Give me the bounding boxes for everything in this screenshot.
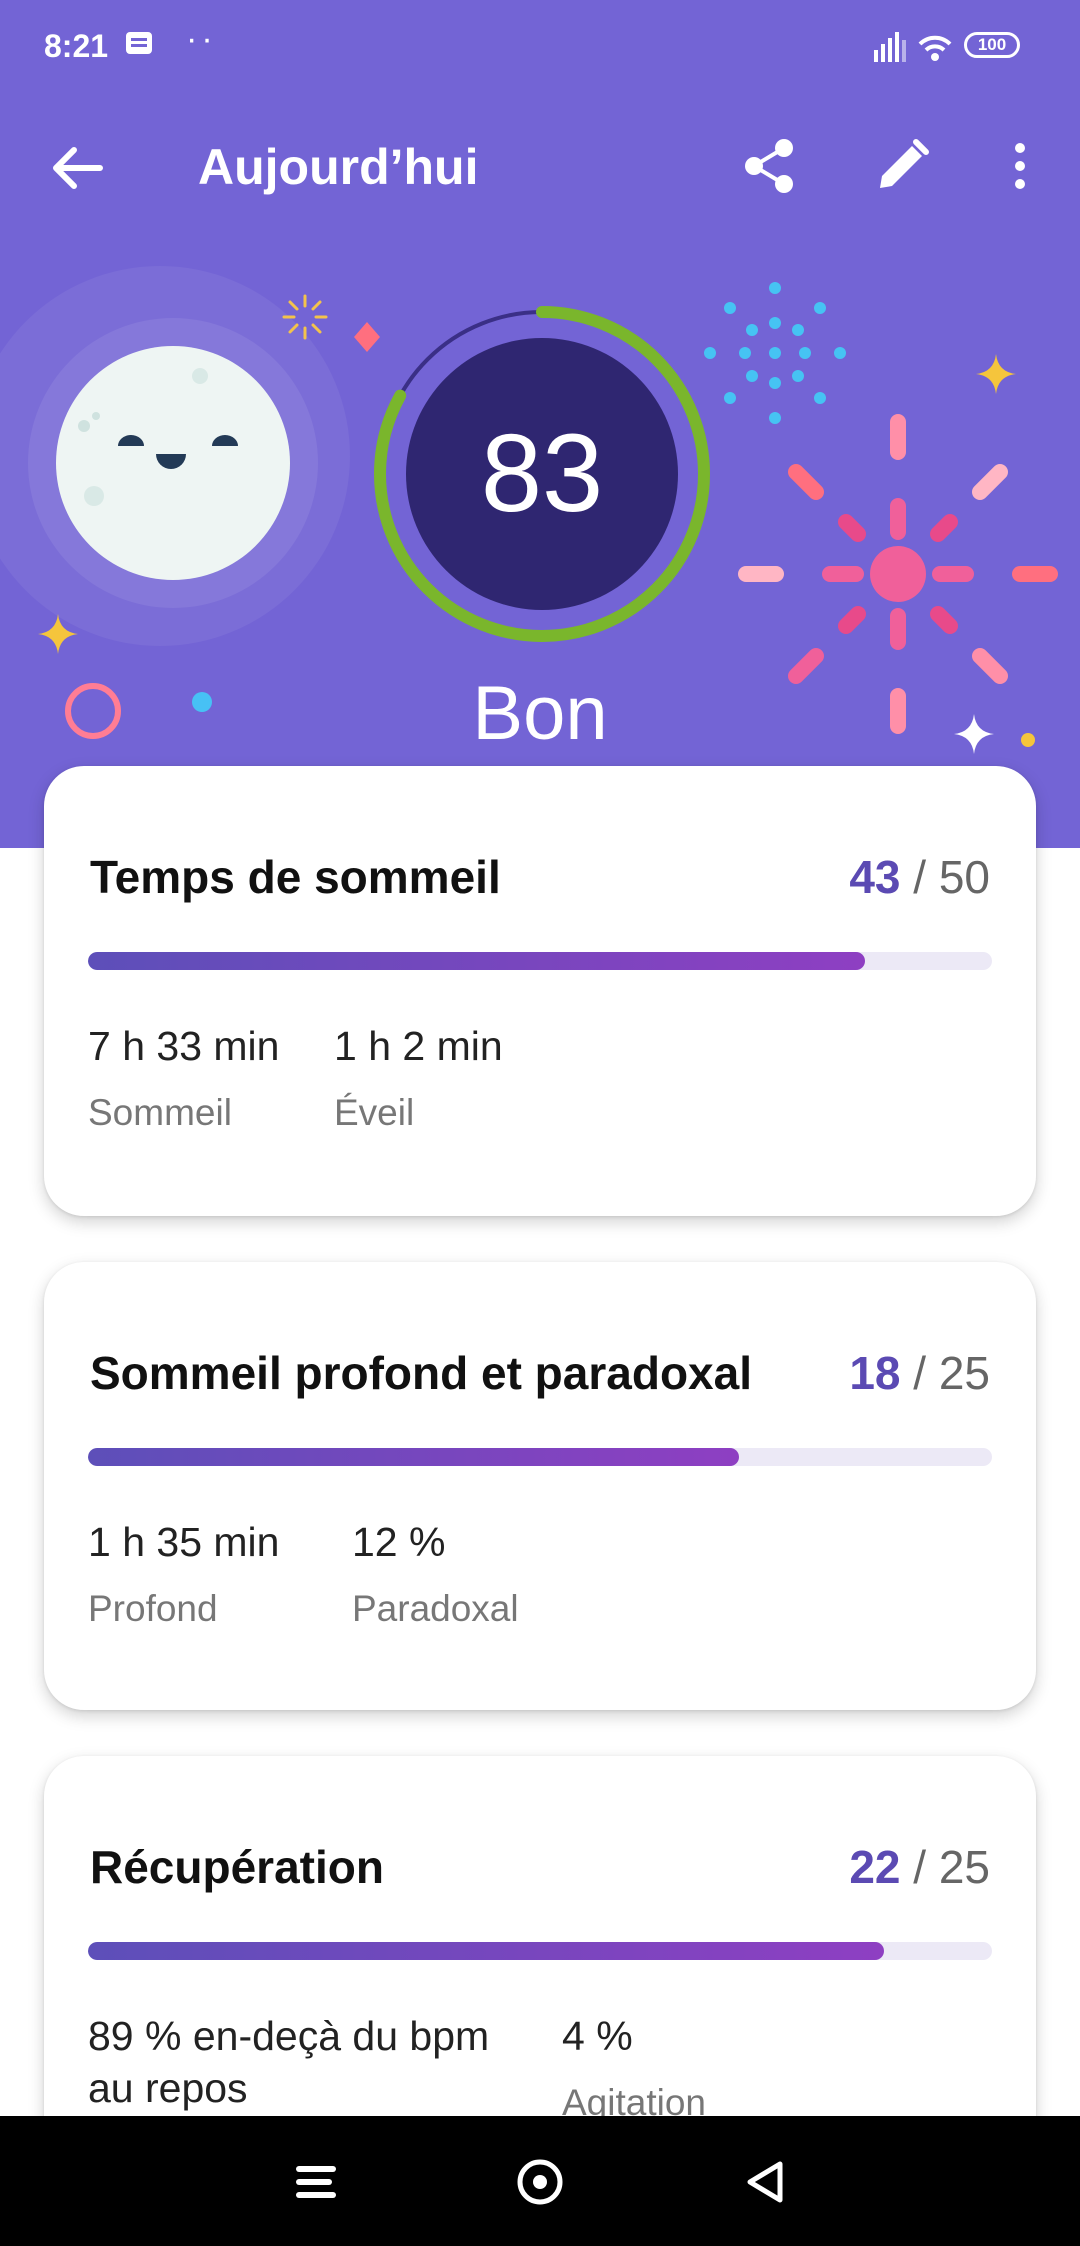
progress-fill [88,1942,884,1960]
progress-track [88,952,992,970]
sleep-score-value: 83 [480,412,604,535]
stat-value: 1 h 35 min [88,1519,280,1565]
card-score: 18 / 25 [849,1346,990,1400]
app-bar: Aujourd’hui [0,96,1080,240]
notification-icon [126,32,152,54]
card-score-value: 22 [849,1841,901,1893]
card-score-separator: / [900,1347,939,1399]
status-time: 8:21 [44,28,109,64]
card-deep-rem-sleep[interactable]: Sommeil profond et paradoxal 18 / 25 1 h… [44,1262,1036,1710]
ring-decoration [65,683,121,739]
edit-pencil-icon[interactable] [872,136,932,196]
card-title: Sommeil profond et paradoxal [90,1347,752,1399]
card-score-value: 43 [849,851,901,903]
dot-decoration [192,692,212,712]
status-dots: ·· [186,20,217,58]
progress-track [88,1448,992,1466]
card-score-separator: / [900,1841,939,1893]
system-nav-bar [0,2116,1080,2246]
card-title: Temps de sommeil [90,851,501,903]
stat-value: 4 % [562,2013,633,2059]
card-score: 43 / 50 [849,850,990,904]
more-vert-icon[interactable] [1000,136,1040,196]
card-score-max: 50 [938,851,990,903]
card-title: Récupération [90,1841,384,1893]
sleep-rating: Bon [472,671,608,756]
star-decoration [976,354,1016,394]
card-score: 22 / 25 [849,1840,990,1894]
menu-icon[interactable] [292,2160,340,2204]
moon-face-icon [56,346,290,580]
star-decoration [38,614,78,654]
wifi-icon [918,35,952,61]
battery-indicator: 100 [964,32,1020,58]
stat-label: Profond [88,1588,218,1629]
stat-value: 89 % en-deçà du bpm au repos [88,2013,490,2111]
sleep-score-header: 8:21 ·· 100 Aujourd’hui 83 Bon [0,0,1080,848]
stat-label: Paradoxal [352,1588,519,1629]
back-triangle-icon[interactable] [740,2156,792,2208]
card-score-separator: / [900,851,939,903]
stat-label: Éveil [334,1092,415,1133]
sparkle-burst-decoration [282,294,328,340]
status-bar: 8:21 ·· 100 [0,0,1080,96]
card-score-value: 18 [849,1347,901,1399]
home-circle-icon[interactable] [514,2156,566,2208]
stat-value: 12 % [352,1519,446,1565]
share-icon[interactable] [740,136,800,196]
stat-label: Sommeil [88,1092,232,1133]
page-title: Aujourd’hui [198,139,479,195]
back-arrow-icon[interactable] [44,138,108,198]
stat-value: 1 h 2 min [334,1023,503,1069]
progress-track [88,1942,992,1960]
card-score-max: 25 [938,1841,990,1893]
card-sleep-time[interactable]: Temps de sommeil 43 / 50 7 h 33 min Somm… [44,766,1036,1216]
progress-fill [88,952,866,970]
card-score-max: 25 [938,1347,990,1399]
firework-decoration [738,414,1058,734]
stat-value: 7 h 33 min [88,1023,280,1069]
signal-icon [874,32,906,62]
progress-fill [88,1448,739,1466]
dots-burst-decoration [704,282,846,424]
